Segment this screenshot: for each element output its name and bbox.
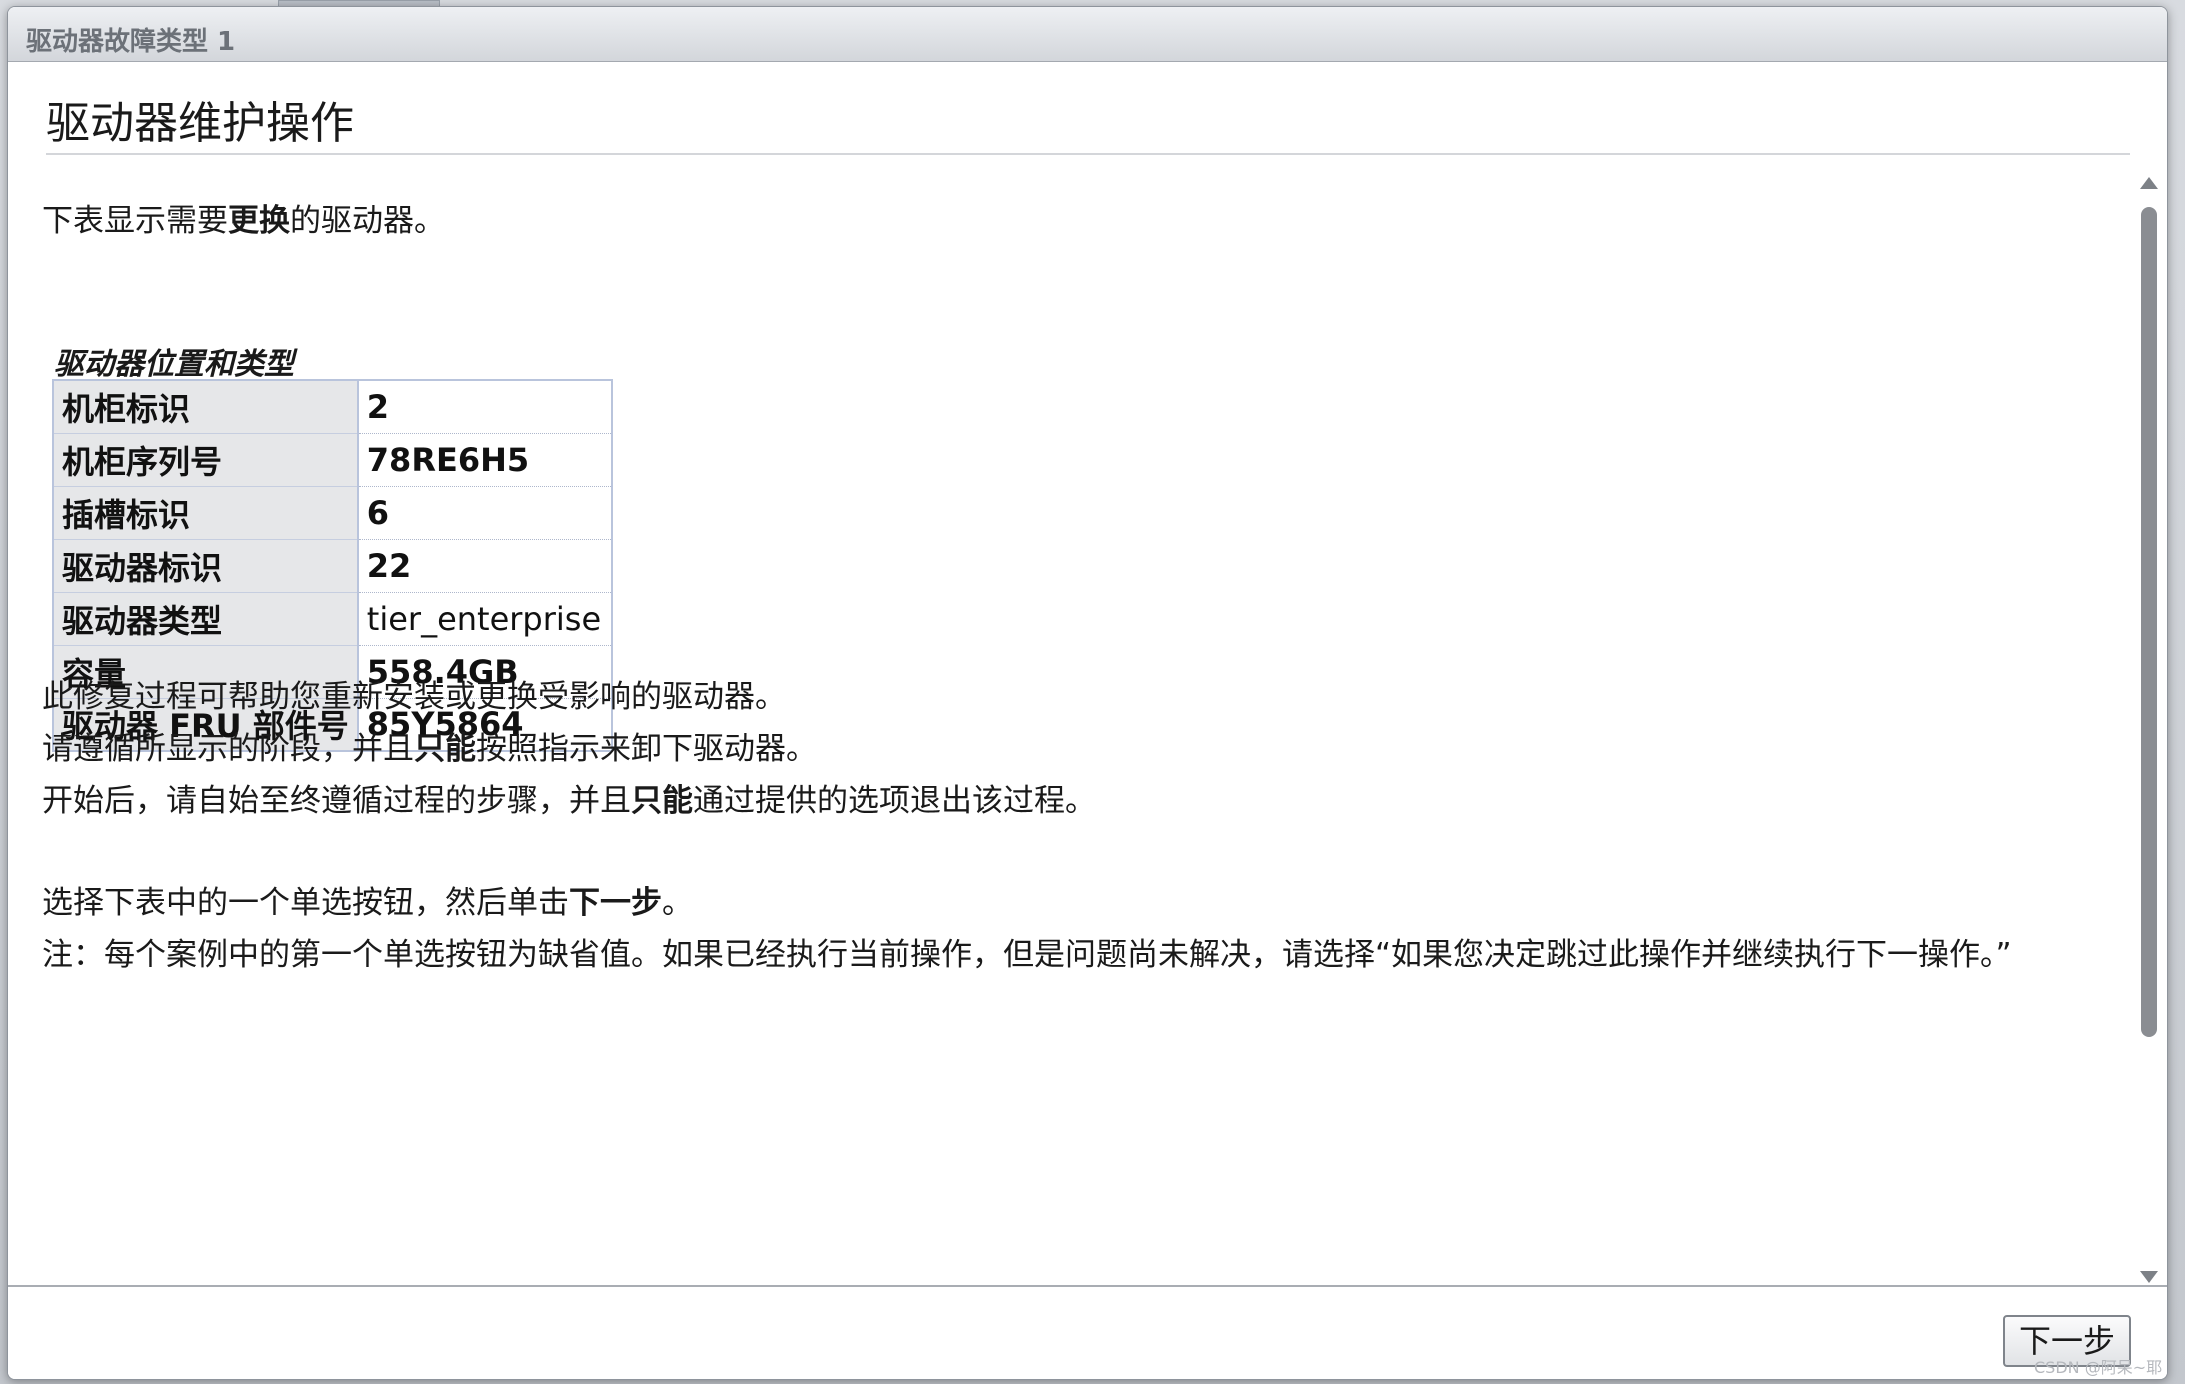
paragraph-select-radio-bold: 下一步 bbox=[569, 885, 662, 921]
watermark: CSDN @阿呆~耶 bbox=[2034, 1358, 2163, 1377]
scroll-thumb[interactable] bbox=[2141, 207, 2157, 1037]
scroll-down-arrow-icon[interactable] bbox=[2140, 1271, 2158, 1283]
intro-text-before: 下表显示需要 bbox=[42, 203, 228, 239]
paragraph-note: 注：每个案例中的第一个单选按钮为缺省值。如果已经执行当前操作，但是问题尚未解决，… bbox=[42, 937, 2012, 973]
table-row: 驱动器类型 tier_enterprise bbox=[53, 592, 612, 646]
row-label-slot-id: 插槽标识 bbox=[53, 486, 359, 540]
row-label-enclosure-serial: 机柜序列号 bbox=[53, 433, 359, 487]
row-value-slot-id: 6 bbox=[357, 486, 612, 540]
paragraph-exit-options-bold: 只能 bbox=[631, 783, 693, 819]
page-header: 驱动器维护操作 bbox=[46, 81, 2130, 155]
row-value-drive-id: 22 bbox=[357, 539, 612, 593]
content-scrollbar[interactable] bbox=[2136, 167, 2162, 1285]
dialog-titlebar[interactable]: 驱动器故障类型 1 bbox=[8, 7, 2167, 62]
row-value-drive-type: tier_enterprise bbox=[357, 592, 612, 646]
paragraph-exit-options-after: 通过提供的选项退出该过程。 bbox=[693, 783, 1096, 819]
dialog-title: 驱动器故障类型 1 bbox=[26, 27, 236, 57]
page-title: 驱动器维护操作 bbox=[46, 98, 354, 149]
row-value-enclosure-serial: 78RE6H5 bbox=[357, 433, 612, 487]
paragraph-select-radio-after: 。 bbox=[662, 885, 693, 921]
row-value-enclosure-id: 2 bbox=[357, 380, 612, 434]
paragraph-follow-stages: 请遵循所显示的阶段，并且只能按照指示来卸下驱动器。 bbox=[42, 723, 817, 768]
row-label-enclosure-id: 机柜标识 bbox=[53, 380, 359, 434]
table-row: 机柜序列号 78RE6H5 bbox=[53, 433, 612, 487]
dialog-content: 下表显示需要更换的驱动器。 驱动器位置和类型 机柜标识 2 机柜序列号 78RE… bbox=[8, 157, 2128, 1285]
paragraph-select-radio-before: 选择下表中的一个单选按钮，然后单击 bbox=[42, 885, 569, 921]
table-row: 机柜标识 2 bbox=[53, 380, 612, 434]
scroll-up-arrow-icon[interactable] bbox=[2140, 177, 2158, 189]
table-row: 驱动器标识 22 bbox=[53, 539, 612, 593]
intro-text-bold: 更换 bbox=[228, 203, 290, 239]
table-row: 插槽标识 6 bbox=[53, 486, 612, 540]
intro-text-after: 的驱动器。 bbox=[290, 203, 445, 239]
paragraph-repair-help: 此修复过程可帮助您重新安装或更换受影响的驱动器。 bbox=[42, 679, 786, 715]
paragraph-exit-options: 开始后，请自始至终遵循过程的步骤，并且只能通过提供的选项退出该过程。 bbox=[42, 775, 1096, 820]
maintenance-dialog: 驱动器故障类型 1 驱动器维护操作 下表显示需要更换的驱动器。 驱动器位置和类型… bbox=[7, 6, 2168, 1380]
table-caption: 驱动器位置和类型 bbox=[54, 347, 294, 382]
row-label-drive-id: 驱动器标识 bbox=[53, 539, 359, 593]
paragraph-follow-stages-bold: 只能 bbox=[414, 731, 476, 767]
paragraph-exit-options-before: 开始后，请自始至终遵循过程的步骤，并且 bbox=[42, 783, 631, 819]
dialog-footer: 下一步 bbox=[8, 1285, 2167, 1379]
intro-text: 下表显示需要更换的驱动器。 bbox=[42, 195, 445, 240]
paragraph-follow-stages-after: 按照指示来卸下驱动器。 bbox=[476, 731, 817, 767]
paragraph-follow-stages-before: 请遵循所显示的阶段，并且 bbox=[42, 731, 414, 767]
paragraph-select-radio: 选择下表中的一个单选按钮，然后单击下一步。 bbox=[42, 877, 693, 922]
row-label-drive-type: 驱动器类型 bbox=[53, 592, 359, 646]
